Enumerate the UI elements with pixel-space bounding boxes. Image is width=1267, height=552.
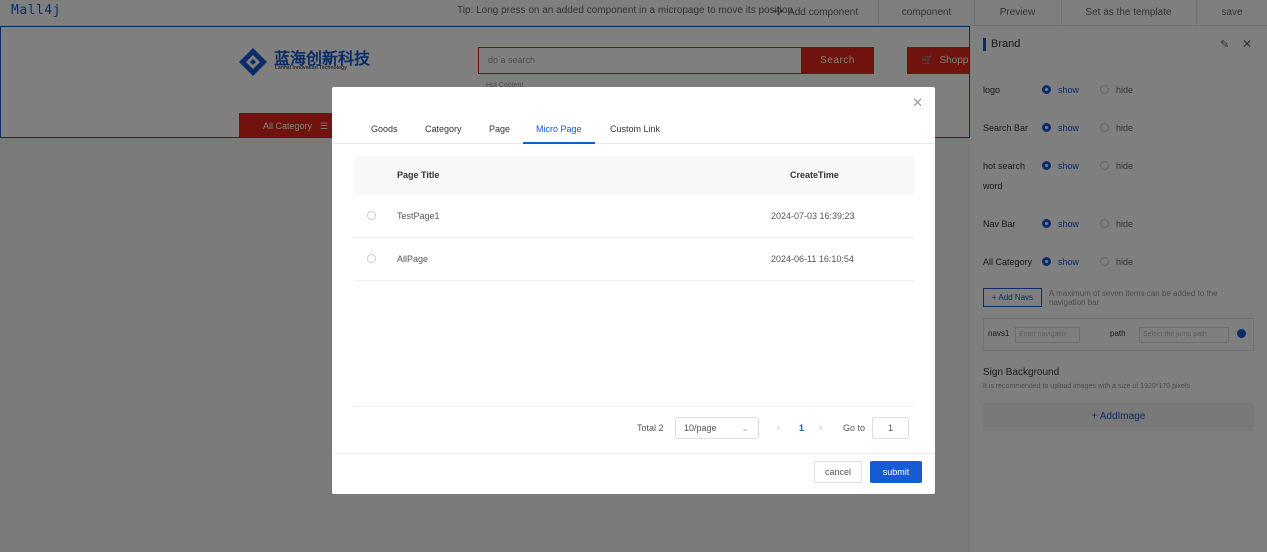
tab-micro-page[interactable]: Micro Page bbox=[523, 124, 595, 144]
table-header: Page Title CreateTime bbox=[353, 156, 914, 195]
pagination: Total 2 10/page ⌄ ‹ 1 › Go to 1 bbox=[353, 406, 914, 453]
submit-button[interactable]: submit bbox=[870, 461, 922, 483]
table-row[interactable]: AllPage 2024-06-11 16:10:54 bbox=[353, 238, 914, 281]
link-select-dialog: ✕ Goods Category Page Micro Page Custom … bbox=[332, 87, 935, 494]
column-page-title: Page Title bbox=[397, 170, 440, 180]
tab-goods[interactable]: Goods bbox=[371, 124, 398, 144]
row-time: 2024-06-11 16:10:54 bbox=[771, 254, 854, 264]
goto-label: Go to bbox=[843, 423, 866, 433]
next-page-icon[interactable]: › bbox=[819, 422, 822, 432]
page-number-current[interactable]: 1 bbox=[799, 423, 804, 433]
row-title: TestPage1 bbox=[397, 211, 440, 221]
goto-page-input[interactable]: 1 bbox=[872, 417, 909, 439]
row-time: 2024-07-03 16:39:23 bbox=[771, 211, 855, 221]
table-row[interactable]: TestPage1 2024-07-03 16:39:23 bbox=[353, 195, 914, 238]
dialog-tabs: Goods Category Page Micro Page Custom Li… bbox=[332, 117, 935, 144]
tab-category[interactable]: Category bbox=[425, 124, 462, 144]
column-create-time: CreateTime bbox=[790, 170, 839, 180]
tab-custom-link[interactable]: Custom Link bbox=[610, 124, 660, 144]
row-radio[interactable] bbox=[367, 254, 376, 263]
row-title: AllPage bbox=[397, 254, 429, 264]
prev-page-icon[interactable]: ‹ bbox=[777, 422, 780, 432]
tab-page[interactable]: Page bbox=[489, 124, 510, 144]
chevron-down-icon: ⌄ bbox=[741, 423, 749, 433]
pagination-total: Total 2 bbox=[637, 423, 664, 433]
close-icon[interactable]: ✕ bbox=[912, 95, 923, 111]
row-radio[interactable] bbox=[367, 211, 376, 220]
page-size-select[interactable]: 10/page ⌄ bbox=[675, 417, 759, 439]
cancel-button[interactable]: cancel bbox=[814, 461, 862, 483]
dialog-footer: cancel submit bbox=[332, 453, 935, 494]
